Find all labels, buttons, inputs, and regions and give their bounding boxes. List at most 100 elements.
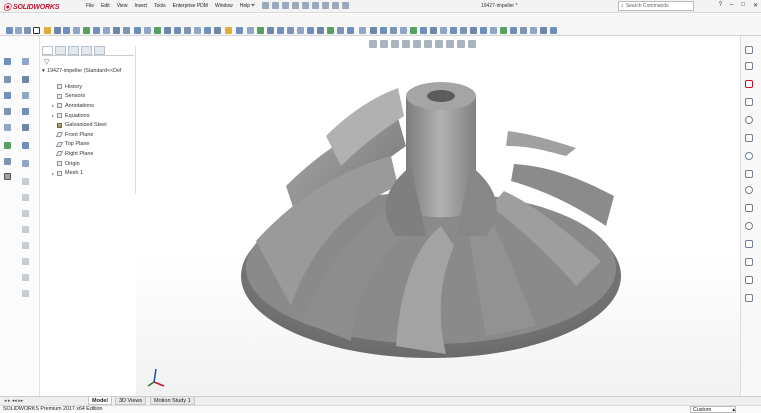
- extrude-icon[interactable]: [24, 27, 31, 34]
- tree-item-material[interactable]: Galvanized Steel: [52, 120, 107, 130]
- tool-icon-6[interactable]: [22, 92, 29, 99]
- mesh-tool-icon-41[interactable]: [460, 27, 467, 34]
- tool-icon-16[interactable]: [22, 178, 29, 185]
- smart-dimension-icon[interactable]: [6, 27, 13, 34]
- tool-icon-15[interactable]: [4, 173, 11, 180]
- minimize-button[interactable]: –: [730, 2, 733, 9]
- print-icon[interactable]: [292, 2, 299, 9]
- tool-icon-7[interactable]: [4, 108, 11, 115]
- solidworks-logo[interactable]: ⦿ SOLIDWORKS: [3, 2, 59, 13]
- tab-display-manager[interactable]: [94, 46, 105, 55]
- tool-icon-5[interactable]: [4, 92, 11, 99]
- mesh-tool-icon-32[interactable]: [370, 27, 377, 34]
- select-tool-icon[interactable]: [33, 27, 40, 34]
- mesh-tool-icon-7[interactable]: [113, 27, 120, 34]
- sketch-icon[interactable]: [15, 27, 22, 34]
- tree-root-part[interactable]: ▾ 19427-impeller (Standard<<Def: [42, 68, 121, 74]
- mesh-tool-icon-15[interactable]: [194, 27, 201, 34]
- tool-icon-10[interactable]: [22, 124, 29, 131]
- mesh-tool-icon-16[interactable]: [204, 27, 211, 34]
- menu-tools[interactable]: Tools: [154, 3, 166, 9]
- mesh-tool-icon-13[interactable]: [174, 27, 181, 34]
- task-icon-8[interactable]: [745, 170, 753, 178]
- tool-icon-13[interactable]: [4, 158, 11, 165]
- mesh-tool-icon-14[interactable]: [184, 27, 191, 34]
- design-library-icon[interactable]: [745, 62, 753, 70]
- tree-item-top-plane[interactable]: Top Plane: [52, 140, 107, 150]
- close-button[interactable]: ✕: [753, 2, 758, 9]
- help-icon[interactable]: ?: [719, 2, 722, 9]
- mesh-tool-icon-20[interactable]: [247, 27, 254, 34]
- units-dropdown[interactable]: Custom ▴: [690, 406, 736, 413]
- tool-icon-20[interactable]: [22, 242, 29, 249]
- mesh-tool-icon-24[interactable]: [287, 27, 294, 34]
- mesh-tool-icon-22[interactable]: [267, 27, 274, 34]
- mesh-tool-icon-10[interactable]: [144, 27, 151, 34]
- mesh-tool-icon-35[interactable]: [400, 27, 407, 34]
- tool-icon-21[interactable]: [22, 258, 29, 265]
- mesh-tool-icon-45[interactable]: [500, 27, 507, 34]
- graphics-area[interactable]: [136, 36, 740, 396]
- mesh-tool-icon[interactable]: [54, 27, 61, 34]
- menu-file[interactable]: File: [86, 3, 94, 9]
- solidworks-forum-icon[interactable]: [745, 152, 753, 160]
- filter-icon[interactable]: ▽: [44, 58, 49, 66]
- tool-icon-22[interactable]: [22, 274, 29, 281]
- tool-icon-23[interactable]: [22, 290, 29, 297]
- mesh-tool-icon-6[interactable]: [103, 27, 110, 34]
- task-icon-10[interactable]: [745, 204, 753, 212]
- task-icon-11[interactable]: [745, 222, 753, 230]
- mesh-tool-icon-29[interactable]: [337, 27, 344, 34]
- mesh-tool-icon-19[interactable]: [236, 27, 243, 34]
- mesh-tool-icon-2[interactable]: [63, 27, 70, 34]
- tab-configuration-manager[interactable]: [68, 46, 79, 55]
- mesh-tool-icon-17[interactable]: [214, 27, 221, 34]
- mesh-tool-icon-37[interactable]: [420, 27, 427, 34]
- solidworks-resources-icon[interactable]: [745, 46, 753, 54]
- tab-scroll-arrows[interactable]: ◂ ▸ ◂◂ ▸▸: [4, 398, 23, 404]
- mesh-tool-icon-33[interactable]: [380, 27, 387, 34]
- task-icon-12[interactable]: [745, 240, 753, 248]
- mesh-tool-icon-39[interactable]: [440, 27, 447, 34]
- new-icon[interactable]: [262, 2, 269, 9]
- open-icon[interactable]: [272, 2, 279, 9]
- tree-item-sensors[interactable]: Sensors: [52, 92, 107, 102]
- task-icon-13[interactable]: [745, 258, 753, 266]
- menu-enterprise-pdm[interactable]: Enterprise PDM: [173, 3, 208, 9]
- select-icon[interactable]: [312, 2, 319, 9]
- tool-icon-14[interactable]: [22, 160, 29, 167]
- tab-dimxpert[interactable]: [81, 46, 92, 55]
- tool-icon-11[interactable]: [4, 142, 11, 149]
- custom-properties-icon[interactable]: [745, 134, 753, 142]
- mesh-tool-icon-8[interactable]: [123, 27, 130, 34]
- tool-icon-18[interactable]: [22, 210, 29, 217]
- tree-item-mesh[interactable]: ▸ Mesh 1: [52, 168, 107, 178]
- file-properties-icon[interactable]: [332, 2, 339, 9]
- tree-item-equations[interactable]: ▸ Equations: [52, 111, 107, 121]
- impeller-model[interactable]: [136, 36, 740, 396]
- undo-icon[interactable]: [302, 2, 309, 9]
- mesh-tool-icon-46[interactable]: [510, 27, 517, 34]
- mesh-tool-icon-12[interactable]: [164, 27, 171, 34]
- mesh-tool-icon-31[interactable]: [359, 27, 366, 34]
- tab-motion-study-1[interactable]: Motion Study 1: [150, 397, 195, 405]
- mesh-tool-icon-21[interactable]: [257, 27, 264, 34]
- mesh-tool-icon-44[interactable]: [490, 27, 497, 34]
- tool-icon-3[interactable]: [4, 76, 11, 83]
- mesh-tool-icon-5[interactable]: [93, 27, 100, 34]
- mesh-tool-icon-40[interactable]: [450, 27, 457, 34]
- collapse-arrow-icon[interactable]: ▾: [42, 68, 45, 74]
- tool-icon-1[interactable]: [4, 58, 11, 65]
- tool-icon-19[interactable]: [22, 226, 29, 233]
- rebuild-icon[interactable]: [322, 2, 329, 9]
- file-explorer-icon[interactable]: [745, 80, 753, 88]
- mesh-tool-icon-34[interactable]: [390, 27, 397, 34]
- tool-icon-4[interactable]: [22, 76, 29, 83]
- tool-icon-2[interactable]: [22, 58, 29, 65]
- tab-property-manager[interactable]: [55, 46, 66, 55]
- mesh-tool-icon-3[interactable]: [73, 27, 80, 34]
- mesh-tool-icon-50[interactable]: [550, 27, 557, 34]
- menu-edit[interactable]: Edit: [101, 3, 110, 9]
- view-palette-icon[interactable]: [745, 98, 753, 106]
- mesh-tool-icon-25[interactable]: [297, 27, 304, 34]
